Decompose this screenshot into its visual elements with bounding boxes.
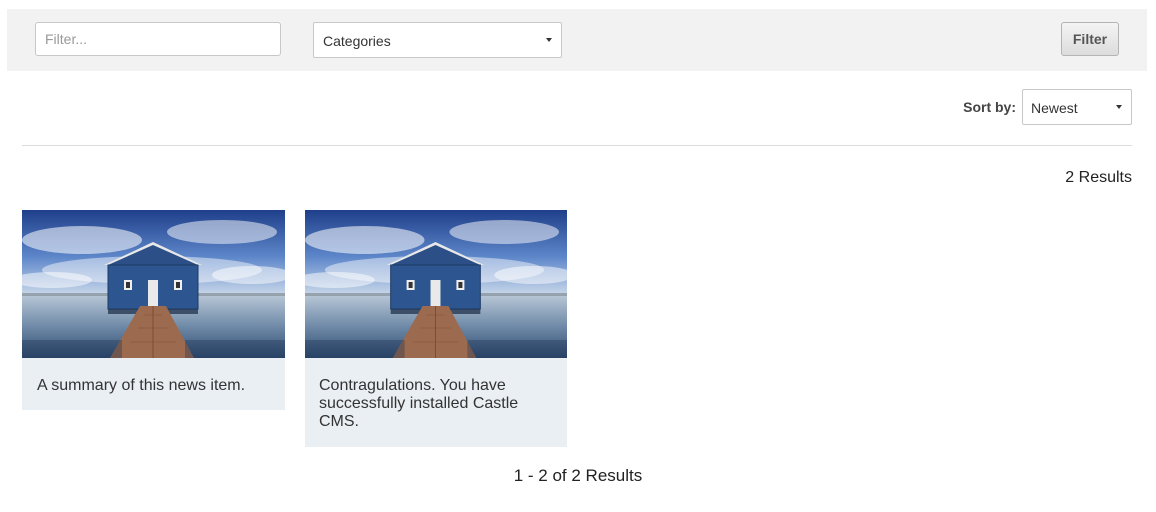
pagination-info: 1 - 2 of 2 Results (513, 466, 643, 485)
sort-select-value: Newest (1031, 100, 1078, 116)
chevron-down-icon (1116, 105, 1122, 109)
sort-select[interactable]: Newest (1022, 89, 1132, 125)
boathouse-image[interactable] (305, 210, 567, 358)
sort-label: Sort by: (963, 99, 1016, 115)
result-card[interactable]: Contragulations. You have successfully i… (305, 210, 567, 447)
filter-bar: Categories Filter (7, 9, 1147, 71)
chevron-down-icon (546, 38, 552, 42)
card-summary: Contragulations. You have successfully i… (319, 377, 519, 430)
filter-button[interactable]: Filter (1061, 22, 1119, 56)
divider (22, 145, 1132, 146)
card-summary: A summary of this news item. (37, 377, 246, 394)
categories-select[interactable]: Categories (313, 22, 562, 58)
result-card[interactable]: A summary of this news item. (22, 210, 285, 410)
categories-select-value: Categories (323, 33, 391, 49)
filter-search-input[interactable] (35, 22, 281, 56)
boathouse-image[interactable] (22, 210, 285, 358)
results-count: 2 Results (1065, 169, 1132, 186)
